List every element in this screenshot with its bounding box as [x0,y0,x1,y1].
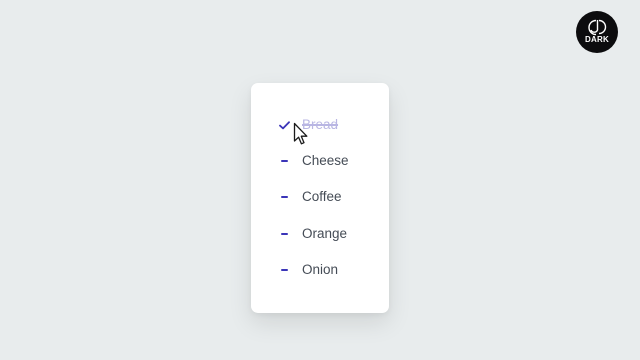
todo-item-onion[interactable]: Onion [251,258,389,282]
todo-item-label: Orange [302,226,348,241]
todo-card: Bread Cheese Coffee Orange Onion [251,83,389,313]
todo-item-label: Cheese [302,153,349,168]
dash-icon [278,187,290,207]
todo-item-label: Coffee [302,189,342,204]
check-icon [278,115,290,135]
todo-item-coffee[interactable]: Coffee [251,185,389,209]
todo-item-label: Onion [302,262,339,277]
dash-icon [278,260,290,280]
dash-icon [278,151,290,171]
logo-text: DARK [585,35,609,44]
todo-item-label: Bread [302,117,339,132]
todo-item-cheese[interactable]: Cheese [251,149,389,173]
cd-logo-icon: DARK [576,11,618,53]
page: Bread Cheese Coffee Orange Onion DARK [0,0,640,360]
todo-item-bread[interactable]: Bread [251,113,389,137]
todo-item-orange[interactable]: Orange [251,222,389,246]
dash-icon [278,224,290,244]
